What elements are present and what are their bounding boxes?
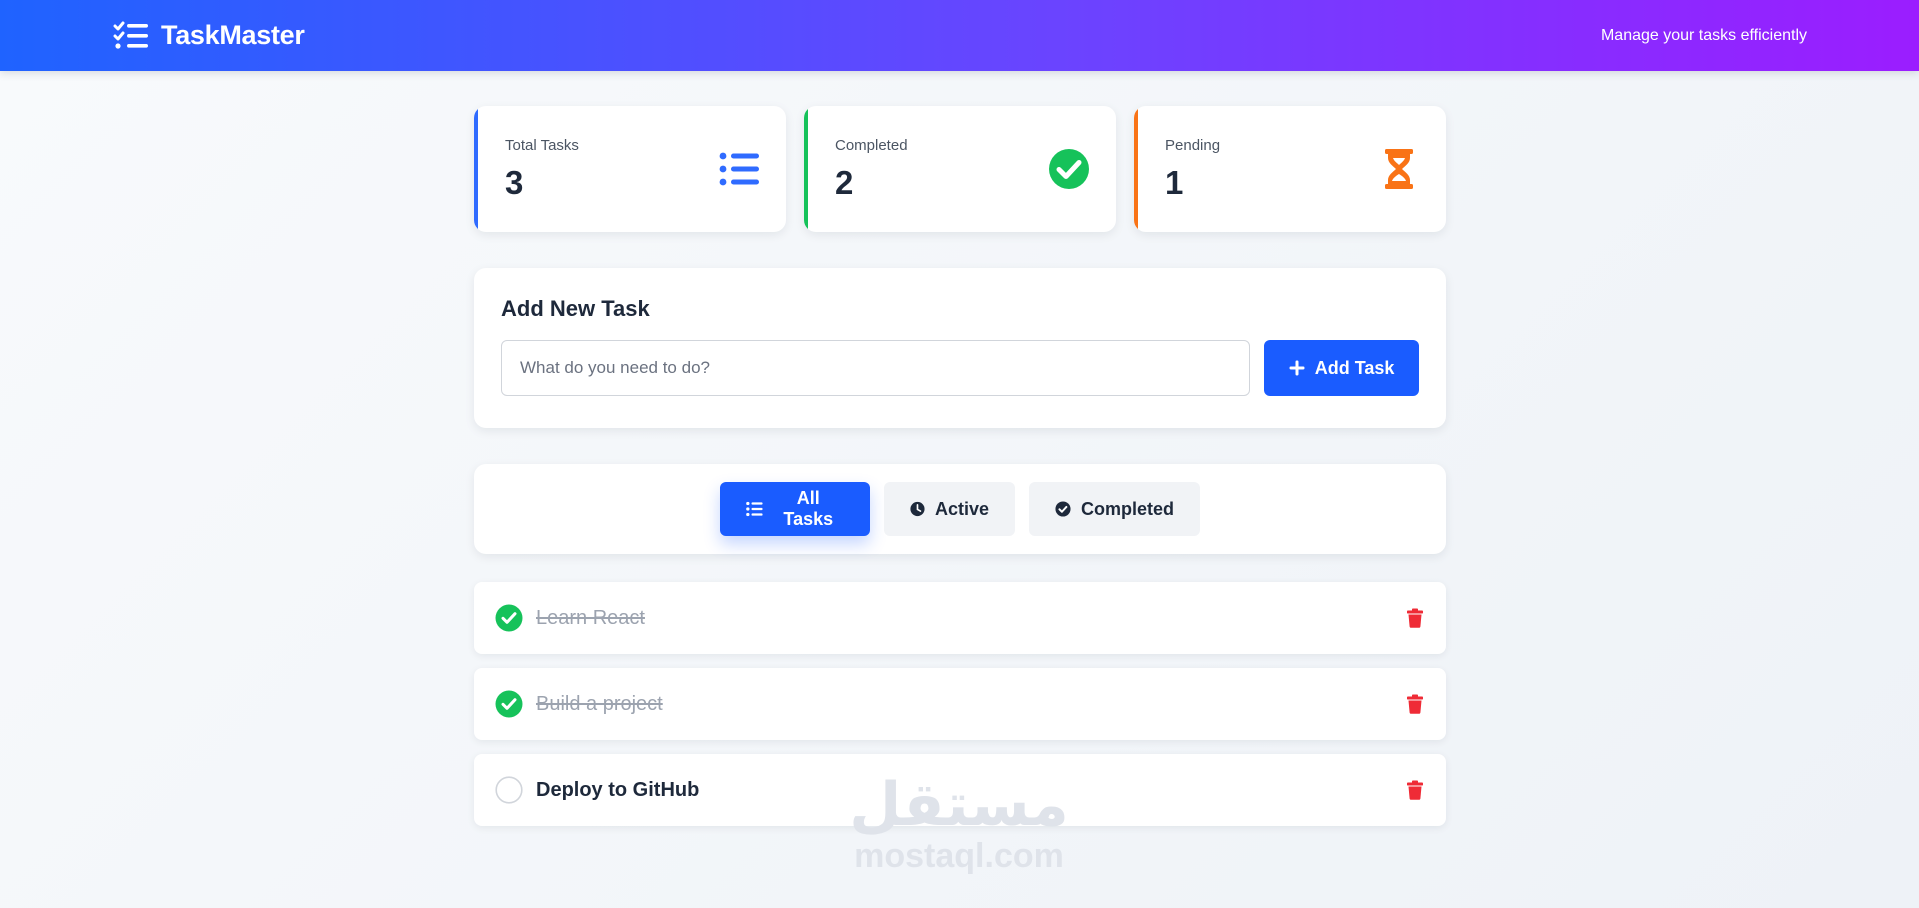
list-icon bbox=[746, 501, 763, 517]
add-task-button[interactable]: Add Task bbox=[1264, 340, 1419, 396]
check-circle-icon bbox=[1049, 149, 1089, 189]
stat-card-completed: Completed 2 bbox=[804, 106, 1116, 232]
task-text: Deploy to GitHub bbox=[536, 778, 700, 801]
stat-value: 2 bbox=[835, 163, 854, 201]
task-list-icon bbox=[113, 21, 148, 49]
header-tagline: Manage your tasks efficiently bbox=[1600, 26, 1807, 44]
unchecked-circle-icon[interactable] bbox=[495, 776, 523, 804]
trash-icon[interactable] bbox=[1406, 608, 1424, 628]
stats-row: Total Tasks 3 Completed 2 Pending 1 bbox=[474, 106, 1446, 232]
stat-label: Completed bbox=[835, 136, 908, 154]
filter-all-tasks[interactable]: All Tasks bbox=[720, 482, 870, 536]
clock-icon bbox=[910, 501, 925, 517]
task-left: Learn React bbox=[495, 604, 645, 632]
checked-circle-icon[interactable] bbox=[495, 604, 523, 632]
list-icon bbox=[719, 152, 759, 186]
hourglass-icon bbox=[1385, 149, 1413, 189]
task-left: Build a project bbox=[495, 690, 663, 718]
stat-label: Total Tasks bbox=[505, 136, 579, 154]
watermark: مستقل mostaql.com bbox=[843, 775, 1075, 876]
watermark-latin: mostaql.com bbox=[854, 837, 1064, 875]
add-task-row: Add Task bbox=[501, 340, 1419, 396]
main-content: Total Tasks 3 Completed 2 Pending 1 Add … bbox=[474, 106, 1446, 826]
checked-circle-icon[interactable] bbox=[495, 690, 523, 718]
plus-icon bbox=[1289, 360, 1305, 376]
filter-label: All Tasks bbox=[783, 488, 834, 529]
brand[interactable]: TaskMaster bbox=[113, 20, 305, 51]
task-item: Learn React bbox=[474, 582, 1446, 654]
task-text: Learn React bbox=[536, 606, 645, 629]
stat-value: 3 bbox=[505, 163, 524, 201]
stat-card-total: Total Tasks 3 bbox=[474, 106, 786, 232]
brand-name: TaskMaster bbox=[161, 20, 305, 50]
stat-value: 1 bbox=[1165, 163, 1184, 201]
task-input[interactable] bbox=[501, 340, 1251, 396]
app-header: TaskMaster Manage your tasks efficiently bbox=[0, 0, 1919, 71]
stat-label: Pending bbox=[1165, 136, 1221, 154]
stat-card-pending: Pending 1 bbox=[1134, 106, 1446, 232]
filter-active[interactable]: Active bbox=[884, 482, 1015, 536]
trash-icon[interactable] bbox=[1406, 694, 1424, 714]
task-text: Build a project bbox=[536, 692, 663, 715]
filter-completed[interactable]: Completed bbox=[1029, 482, 1200, 536]
add-task-card: Add New Task Add Task bbox=[474, 268, 1446, 428]
add-task-title: Add New Task bbox=[501, 296, 650, 321]
trash-icon[interactable] bbox=[1406, 780, 1424, 800]
watermark-arabic: مستقل bbox=[849, 770, 1069, 840]
task-left: Deploy to GitHub bbox=[495, 776, 699, 804]
filter-label: Active bbox=[934, 498, 989, 519]
filter-bar: All Tasks Active Completed bbox=[474, 464, 1446, 554]
filter-label: Completed bbox=[1080, 498, 1174, 519]
check-circle-icon bbox=[1055, 501, 1071, 517]
add-task-button-label: Add Task bbox=[1314, 357, 1395, 378]
task-item: Build a project bbox=[474, 668, 1446, 740]
